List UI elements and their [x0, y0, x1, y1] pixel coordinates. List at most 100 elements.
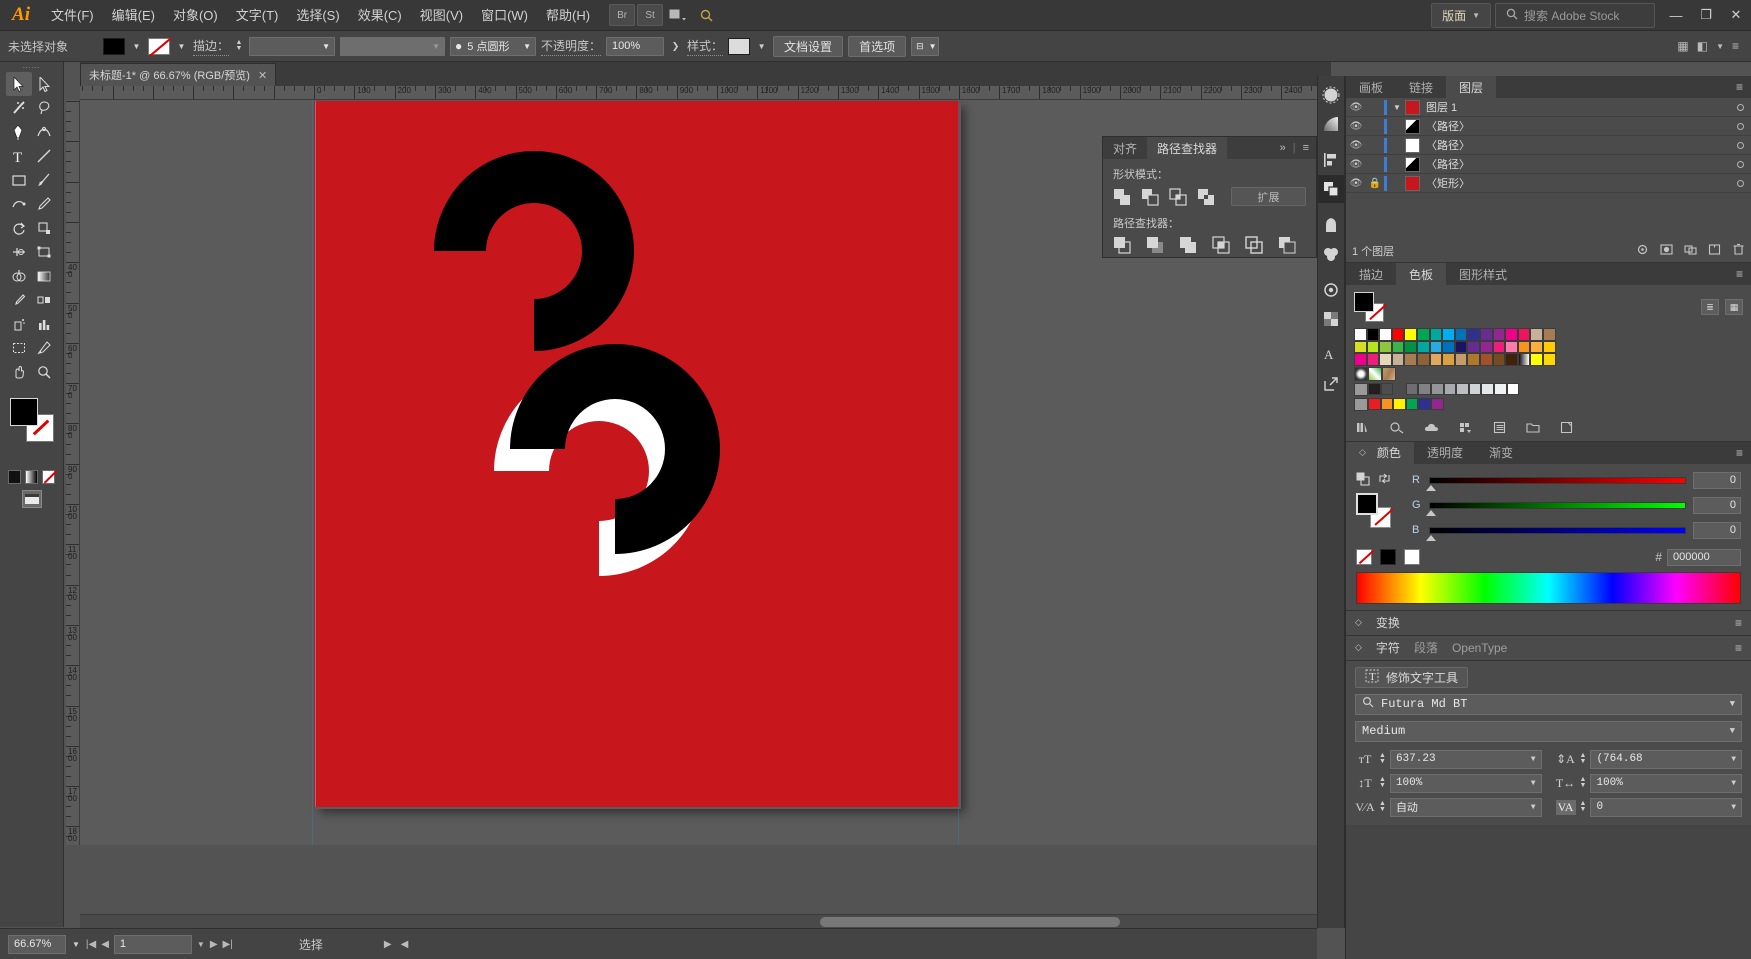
properties-icon[interactable]: ◧	[1697, 39, 1708, 53]
table-row[interactable]: 👁 〈路径〉	[1346, 136, 1751, 155]
pen-tool[interactable]	[6, 120, 32, 144]
swatch-cell[interactable]	[1430, 382, 1444, 396]
chevron-down-icon[interactable]: ▼	[1731, 755, 1736, 764]
kerning-input[interactable]: 自动 ▼	[1389, 797, 1542, 817]
swatch-cell[interactable]	[1505, 340, 1518, 354]
swatch-cell[interactable]	[1380, 397, 1394, 411]
status-next-icon[interactable]: ▶	[384, 939, 392, 950]
layer-name[interactable]: 〈矩形〉	[1426, 175, 1729, 191]
black-color-swatch[interactable]	[1380, 549, 1396, 566]
list-view-icon[interactable]: ≣	[1701, 299, 1719, 315]
swatch-cell[interactable]	[1467, 353, 1480, 366]
visibility-icon[interactable]: 👁	[1346, 178, 1366, 189]
target-indicator[interactable]	[1729, 160, 1751, 168]
menu-help[interactable]: 帮助(H)	[537, 0, 599, 31]
search-adobe-icon[interactable]	[693, 4, 719, 26]
expand-button[interactable]: 扩展	[1231, 187, 1306, 206]
swatch-cell[interactable]	[1391, 340, 1405, 354]
swatch-cell[interactable]	[1430, 397, 1444, 411]
horizontal-scale-stepper[interactable]: ▲ ▼	[1580, 776, 1587, 789]
table-row[interactable]: 👁 ▼ 图层 1	[1346, 98, 1751, 117]
rectangle-tool[interactable]	[6, 168, 32, 192]
menu-select[interactable]: 选择(S)	[287, 0, 348, 31]
swatch-cell[interactable]	[1418, 382, 1431, 396]
panel-collapse-triangle-icon[interactable]: ◇	[1355, 617, 1362, 628]
document-setup-button[interactable]: 文档设置	[773, 35, 844, 57]
transparency-icon[interactable]	[1318, 305, 1344, 333]
swatch-cell[interactable]	[1506, 382, 1520, 396]
swatch-cell[interactable]	[1492, 328, 1506, 341]
tab-paragraph[interactable]: 段落	[1414, 639, 1438, 656]
symbols-icon[interactable]	[1318, 211, 1344, 239]
gradient-tool[interactable]	[32, 264, 58, 288]
font-family-input[interactable]: Futura Md BT ▼	[1355, 693, 1742, 715]
screen-mode-toggle[interactable]	[0, 484, 63, 508]
swatch-cell[interactable]	[1479, 328, 1493, 341]
artboards-icon[interactable]: A	[1318, 341, 1344, 369]
swatch-cell[interactable]	[1530, 328, 1543, 341]
swatch-cell[interactable]	[1404, 328, 1417, 341]
color-fill-stroke[interactable]	[1356, 492, 1396, 529]
swatches-fill-stroke[interactable]	[1354, 292, 1384, 322]
blue-slider-track[interactable]	[1426, 526, 1686, 541]
panel-collapse-triangle-icon[interactable]: ◇	[1359, 447, 1366, 458]
workspace-switcher[interactable]: 版面 ▼	[1431, 2, 1491, 28]
swatch-cell[interactable]	[1391, 353, 1405, 366]
tab-links[interactable]: 链接	[1396, 76, 1446, 98]
swatch-cell[interactable]	[1379, 340, 1392, 354]
pattern-leaf-swatch[interactable]	[1368, 366, 1382, 381]
status-prev-icon[interactable]: ◀	[401, 939, 409, 950]
green-value-input[interactable]: 0	[1693, 496, 1741, 514]
red-slider-thumb[interactable]	[1426, 484, 1436, 491]
show-swatch-kinds-icon[interactable]	[1459, 421, 1473, 437]
next-artboard-button[interactable]: ▶	[210, 939, 218, 950]
maximize-button[interactable]: ❐	[1691, 2, 1721, 28]
layer-name[interactable]: 〈路径〉	[1426, 118, 1729, 134]
new-swatch-icon[interactable]	[1560, 421, 1573, 437]
pencil-tool[interactable]	[32, 192, 58, 216]
zoom-level-input[interactable]: 66.67%	[8, 934, 66, 954]
horizontal-ruler[interactable]: 0100200300400500600700800900100011001200…	[80, 86, 1331, 100]
type-tool[interactable]: T	[6, 144, 32, 168]
swatch-cell[interactable]	[1442, 340, 1455, 354]
panel-menu-icon[interactable]: ≡	[1303, 142, 1309, 154]
swatch-cell[interactable]	[1366, 328, 1380, 341]
tab-graphic-styles[interactable]: 图形样式	[1446, 263, 1520, 285]
align-select[interactable]: ⊟ ▼	[911, 36, 940, 56]
swatch-cell[interactable]	[1517, 353, 1531, 366]
chevron-down-icon[interactable]: ▼	[1731, 803, 1736, 812]
tracking-stepper[interactable]: ▲ ▼	[1580, 800, 1587, 813]
canvas-horizontal-scrollbar[interactable]	[80, 914, 1317, 928]
swap-fill-stroke-icon[interactable]	[1378, 472, 1391, 488]
artboard-number-input[interactable]: 1	[113, 934, 192, 954]
color-mode-color-icon[interactable]	[8, 470, 21, 484]
swatch-cell[interactable]	[1481, 382, 1494, 396]
red-slider-track[interactable]	[1426, 476, 1686, 491]
selection-tool[interactable]	[6, 72, 32, 96]
eyedropper-tool[interactable]	[6, 288, 32, 312]
minus-back-icon[interactable]	[1278, 236, 1296, 254]
green-slider-track[interactable]	[1426, 501, 1686, 516]
brushes-icon[interactable]	[1318, 81, 1344, 109]
appearance-icon[interactable]	[1318, 276, 1344, 304]
stroke-weight-stepper[interactable]: ▲ ▼	[234, 39, 244, 52]
swatch-cell[interactable]	[1517, 340, 1531, 354]
shape-builder-tool[interactable]	[6, 264, 32, 288]
bridge-icon[interactable]: Br	[609, 4, 636, 26]
swatch-cell[interactable]	[1542, 340, 1556, 354]
arrange-documents-icon[interactable]	[665, 4, 691, 26]
swatch-cell[interactable]	[1454, 340, 1468, 354]
swatch-cell[interactable]	[1354, 328, 1367, 341]
stroke-profile-select[interactable]: ▼	[340, 36, 446, 56]
menu-edit[interactable]: 编辑(E)	[103, 0, 164, 31]
table-row[interactable]: 👁 〈路径〉	[1346, 117, 1751, 136]
swatch-cell[interactable]	[1505, 328, 1518, 341]
stock-search-field[interactable]: 搜索 Adobe Stock	[1495, 2, 1655, 28]
blue-value-input[interactable]: 0	[1693, 521, 1741, 539]
target-indicator[interactable]	[1729, 141, 1751, 149]
panel-menu-icon[interactable]: ≡	[1732, 39, 1739, 53]
swatch-cell[interactable]	[1405, 382, 1419, 396]
swatch-cell[interactable]	[1542, 353, 1556, 366]
swatch-cell[interactable]	[1366, 340, 1380, 354]
minus-front-icon[interactable]	[1141, 188, 1159, 206]
